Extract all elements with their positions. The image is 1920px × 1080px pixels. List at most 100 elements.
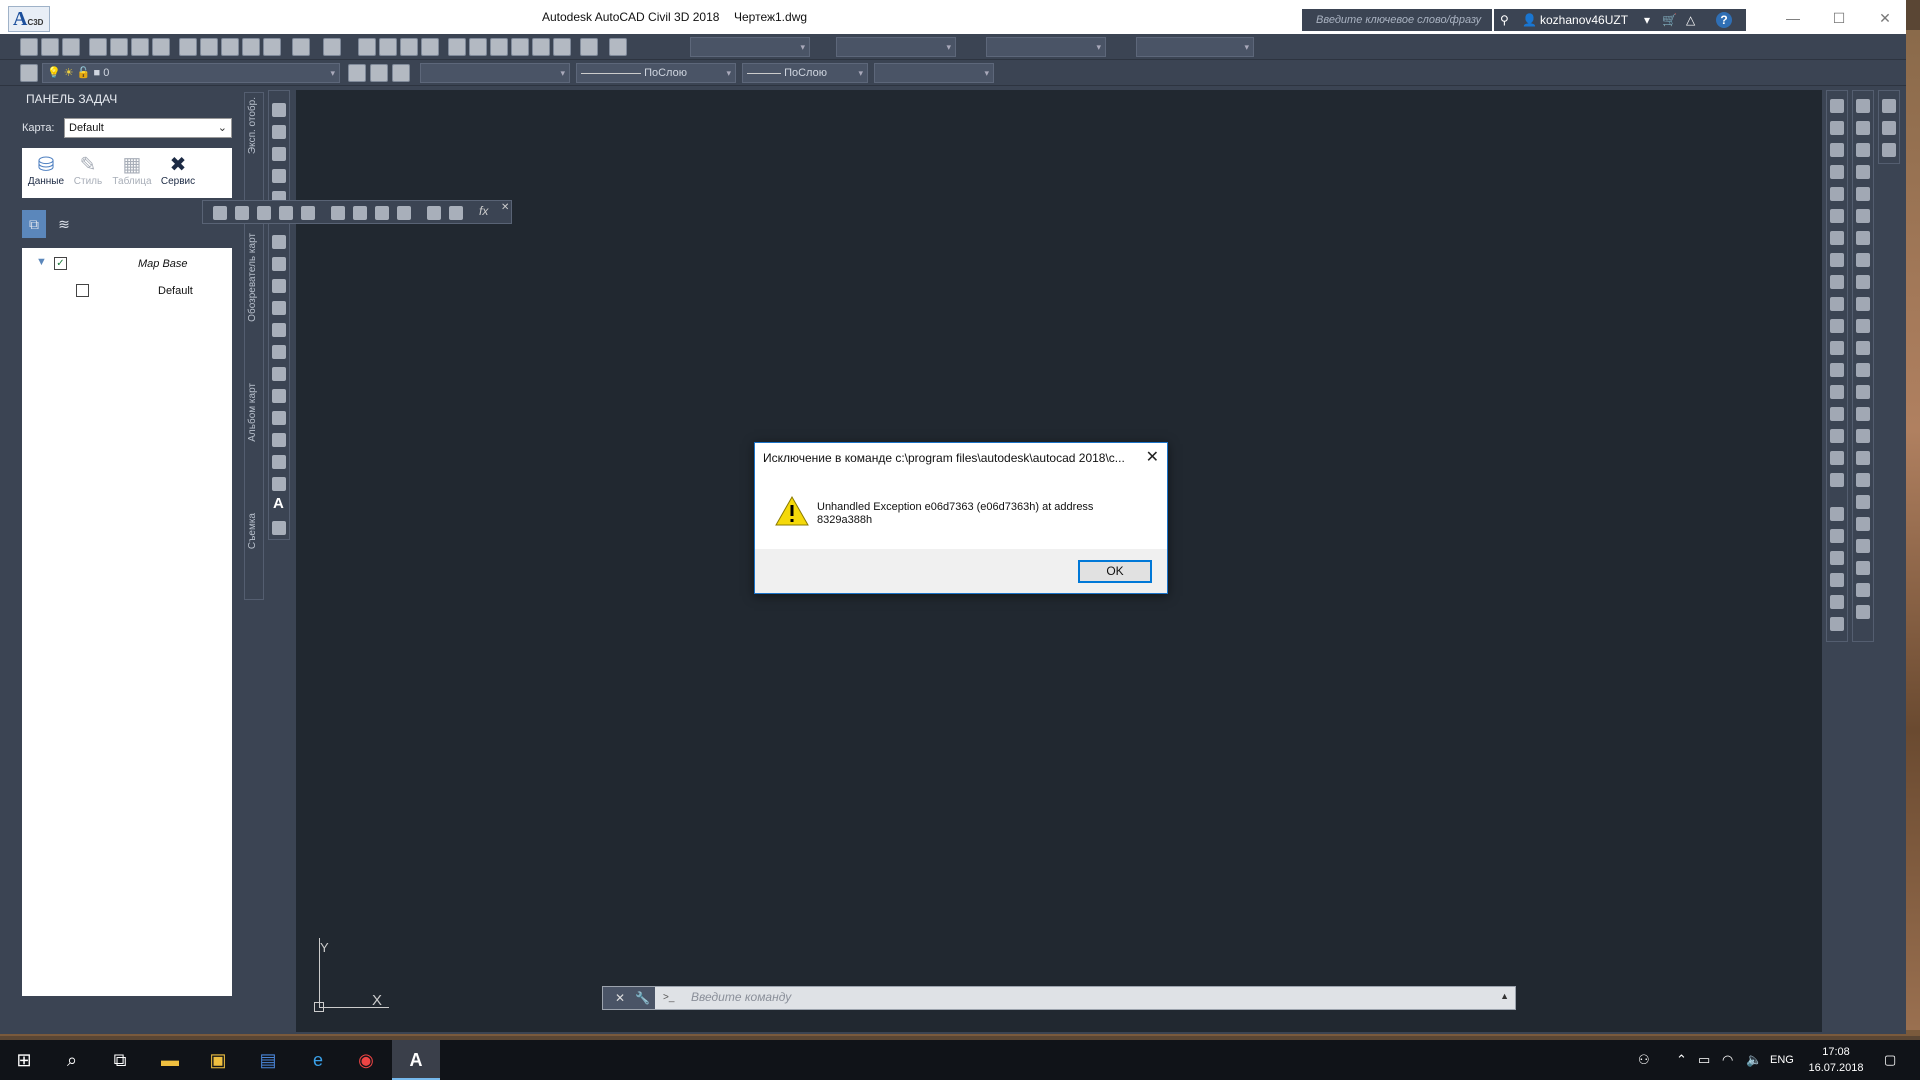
- function-icon[interactable]: fx: [479, 204, 488, 218]
- tab-layers[interactable]: ≋: [52, 210, 76, 238]
- user-dropdown-icon[interactable]: ▾: [1644, 9, 1650, 31]
- move-icon[interactable]: [1830, 209, 1844, 223]
- blend-icon[interactable]: [1830, 451, 1844, 465]
- float-tool-2-icon[interactable]: [235, 206, 249, 220]
- start-button[interactable]: ⊞: [0, 1040, 48, 1080]
- block-editor-icon[interactable]: [263, 38, 281, 56]
- snap-tangent-icon[interactable]: [1856, 297, 1870, 311]
- application-menu-button[interactable]: AC3D: [8, 6, 50, 32]
- snap-none-icon[interactable]: [1856, 429, 1870, 443]
- close-window-button[interactable]: ✕: [1870, 8, 1900, 28]
- design-center-icon[interactable]: [469, 38, 487, 56]
- search-taskbar-icon[interactable]: ⌕: [48, 1040, 96, 1080]
- float-tool-1-icon[interactable]: [213, 206, 227, 220]
- default-checkbox[interactable]: [76, 284, 89, 297]
- float-tool-5-icon[interactable]: [301, 206, 315, 220]
- publish-icon[interactable]: [131, 38, 149, 56]
- dialog-close-button[interactable]: ✕: [1146, 447, 1159, 467]
- multileader-style-combo[interactable]: ▾: [1136, 37, 1254, 57]
- bring-front-icon[interactable]: [1830, 529, 1844, 543]
- add-selected-icon[interactable]: [272, 521, 286, 535]
- side-tab-map-book[interactable]: Альбом карт: [247, 383, 258, 442]
- revision-cloud-icon[interactable]: [272, 257, 286, 271]
- snap-node-icon[interactable]: [1856, 385, 1870, 399]
- trim-icon[interactable]: [1830, 297, 1844, 311]
- snap-quadrant-icon[interactable]: [1856, 275, 1870, 289]
- tray-expand-icon[interactable]: ⌃: [1676, 1040, 1687, 1080]
- close-toolbar-icon[interactable]: ✕: [501, 202, 509, 213]
- extra-tool-1-icon[interactable]: [1882, 99, 1896, 113]
- minimize-button[interactable]: —: [1778, 8, 1808, 28]
- polygon-icon[interactable]: [272, 169, 286, 183]
- help-button[interactable]: ?: [1716, 12, 1732, 28]
- text-style-icon[interactable]: [609, 38, 627, 56]
- service-tool-button[interactable]: ✖ Сервис: [156, 154, 200, 187]
- float-tool-8-icon[interactable]: [375, 206, 389, 220]
- make-current-layer-icon[interactable]: [348, 64, 366, 82]
- layer-properties-icon[interactable]: [20, 64, 38, 82]
- mirror-icon[interactable]: [1830, 143, 1844, 157]
- table-style-combo[interactable]: ▾: [986, 37, 1106, 57]
- close-command-line-icon[interactable]: ✕: [615, 987, 625, 1009]
- tab-display-manager[interactable]: ⧉: [22, 210, 46, 238]
- data-tool-button[interactable]: ⛁ Данные: [24, 154, 68, 187]
- scale-icon[interactable]: [1830, 253, 1844, 267]
- snap-endpoint-icon[interactable]: [1856, 143, 1870, 157]
- float-tool-3-icon[interactable]: [257, 206, 271, 220]
- cut-icon[interactable]: [179, 38, 197, 56]
- snap-insert-icon[interactable]: [1856, 363, 1870, 377]
- float-tool-11-icon[interactable]: [449, 206, 463, 220]
- circle-icon[interactable]: [272, 235, 286, 249]
- plot-icon[interactable]: [89, 38, 107, 56]
- command-prompt-icon[interactable]: >_: [663, 987, 679, 1009]
- markup-icon[interactable]: [532, 38, 550, 56]
- join-icon[interactable]: [1830, 385, 1844, 399]
- snap-extension-icon[interactable]: [1856, 231, 1870, 245]
- rotate-icon[interactable]: [1830, 231, 1844, 245]
- properties-icon[interactable]: [448, 38, 466, 56]
- snap-perpendicular-icon[interactable]: [1856, 319, 1870, 333]
- layer-combo[interactable]: 💡 ☀ 🔓 ■ 0 ▾: [42, 63, 340, 83]
- command-history-arrow-icon[interactable]: ▲: [1500, 991, 1509, 1001]
- linetype-combo[interactable]: ПоСлою ▾: [576, 63, 736, 83]
- erase-icon[interactable]: [1830, 99, 1844, 113]
- tool-palettes-icon[interactable]: [490, 38, 508, 56]
- clock[interactable]: 17:08 16.07.2018: [1806, 1044, 1866, 1076]
- make-block-icon[interactable]: [272, 367, 286, 381]
- extend-icon[interactable]: [1830, 319, 1844, 333]
- save-icon[interactable]: [62, 38, 80, 56]
- plot-preview-icon[interactable]: [110, 38, 128, 56]
- side-tab-map-explorer[interactable]: Обозреватель карт: [247, 233, 258, 322]
- 3d-print-icon[interactable]: [152, 38, 170, 56]
- a360-icon[interactable]: △: [1686, 9, 1695, 31]
- float-tool-6-icon[interactable]: [331, 206, 345, 220]
- explode-icon[interactable]: [1830, 473, 1844, 487]
- layer-previous-icon[interactable]: [370, 64, 388, 82]
- point-icon[interactable]: [272, 389, 286, 403]
- side-tab-survey[interactable]: Съемка: [247, 513, 258, 549]
- text-front-icon[interactable]: [1830, 617, 1844, 631]
- file-explorer-icon[interactable]: ▬: [146, 1040, 194, 1080]
- dim-style-combo[interactable]: ▾: [836, 37, 956, 57]
- float-tool-10-icon[interactable]: [427, 206, 441, 220]
- send-back-icon[interactable]: [1830, 551, 1844, 565]
- geo-snap-6-icon[interactable]: [1856, 583, 1870, 597]
- geo-snap-7-icon[interactable]: [1856, 605, 1870, 619]
- send-under-icon[interactable]: [1830, 595, 1844, 609]
- geo-snap-2-icon[interactable]: [1856, 495, 1870, 509]
- mtext-icon[interactable]: A: [273, 495, 284, 512]
- temp-track-icon[interactable]: [1856, 99, 1870, 113]
- app-pinned-icon[interactable]: ▤: [244, 1040, 292, 1080]
- geo-snap-1-icon[interactable]: [1856, 473, 1870, 487]
- snap-parallel-icon[interactable]: [1856, 341, 1870, 355]
- float-tool-7-icon[interactable]: [353, 206, 367, 220]
- cart-icon[interactable]: 🛒: [1662, 9, 1677, 31]
- open-file-icon[interactable]: [41, 38, 59, 56]
- color-combo[interactable]: ▾: [420, 63, 570, 83]
- geo-snap-3-icon[interactable]: [1856, 517, 1870, 531]
- side-tab-display[interactable]: Эксп. отобр.: [247, 97, 258, 154]
- zoom-window-icon[interactable]: [400, 38, 418, 56]
- map-select[interactable]: Default ⌄: [64, 118, 232, 138]
- quickcalc-icon[interactable]: [553, 38, 571, 56]
- match-properties-icon[interactable]: [242, 38, 260, 56]
